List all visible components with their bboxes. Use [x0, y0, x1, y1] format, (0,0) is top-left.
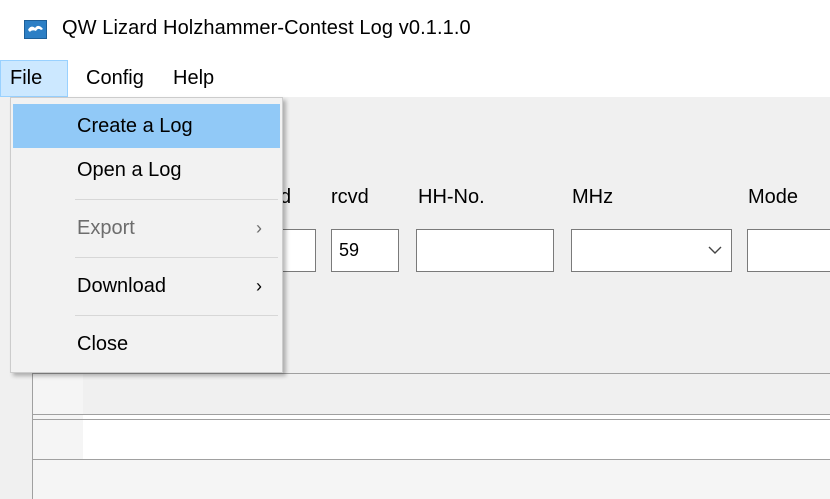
rcvd-label: rcvd	[331, 186, 369, 208]
menu-item-export[interactable]: Export ›	[13, 206, 280, 250]
menu-item-download[interactable]: Download ›	[13, 264, 280, 308]
chevron-down-icon	[708, 246, 722, 254]
table-row[interactable]	[83, 420, 830, 459]
menu-help[interactable]: Help	[164, 60, 223, 97]
chevron-right-icon: ›	[256, 218, 262, 238]
menu-bar: File Config Help	[0, 60, 830, 97]
menu-separator	[75, 199, 278, 200]
menu-config[interactable]: Config	[77, 60, 153, 97]
grid-divider	[33, 459, 830, 460]
file-menu-dropdown: Create a Log Open a Log Export › Downloa…	[10, 97, 283, 373]
rcvd-field[interactable]: 59	[331, 229, 399, 272]
window-title: QW Lizard Holzhammer-Contest Log v0.1.1.…	[62, 17, 471, 39]
hh-no-label: HH-No.	[418, 186, 485, 208]
menu-item-label: Open a Log	[77, 159, 182, 181]
menu-separator	[75, 315, 278, 316]
menu-item-label: Create a Log	[77, 115, 193, 137]
mode-label: Mode	[748, 186, 799, 208]
hh-no-field[interactable]	[416, 229, 554, 272]
menu-item-label: Download	[77, 275, 166, 297]
mode-field[interactable]	[747, 229, 830, 272]
chevron-right-icon: ›	[256, 276, 262, 296]
menu-item-close[interactable]: Close	[13, 322, 280, 366]
menu-item-create-log[interactable]: Create a Log	[13, 104, 280, 148]
mhz-select[interactable]	[571, 229, 732, 272]
menu-item-label: Close	[77, 333, 129, 355]
menu-separator	[75, 257, 278, 258]
mhz-label: MHz	[572, 186, 614, 208]
grid-header-row[interactable]	[83, 374, 830, 414]
log-grid[interactable]	[32, 373, 830, 499]
title-bar: QW Lizard Holzhammer-Contest Log v0.1.1.…	[0, 0, 830, 60]
menu-item-open-log[interactable]: Open a Log	[13, 148, 280, 192]
lizard-app-icon	[24, 20, 47, 39]
menu-item-label: Export	[77, 217, 135, 239]
menu-file[interactable]: File	[0, 60, 68, 97]
